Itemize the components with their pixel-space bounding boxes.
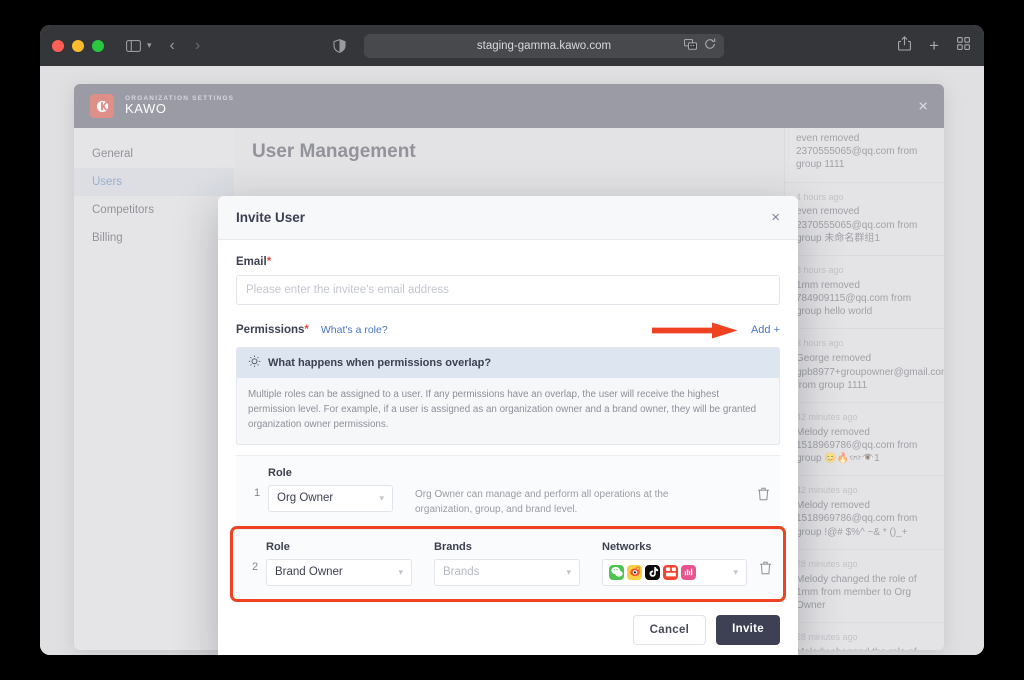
permissions-label: Permissions* xyxy=(236,324,309,336)
annotation-arrow-icon xyxy=(652,322,738,339)
brands-control: Brands Brands ▾ xyxy=(434,541,580,586)
brands-select[interactable]: Brands ▾ xyxy=(434,558,580,586)
role-select[interactable]: Brand Owner ▾ xyxy=(266,558,412,586)
maximize-window-button[interactable] xyxy=(92,39,104,52)
whats-a-role-link[interactable]: What's a role? xyxy=(321,324,388,336)
delete-permission-button[interactable] xyxy=(757,467,770,506)
invite-button[interactable]: Invite xyxy=(716,614,780,645)
address-bar[interactable]: staging-gamma.kawo.com xyxy=(364,33,724,58)
email-label: Email* xyxy=(236,256,780,268)
close-window-button[interactable] xyxy=(52,39,64,52)
delete-permission-button[interactable] xyxy=(759,541,772,580)
translate-icon[interactable] xyxy=(684,38,697,53)
toolbar-actions: + xyxy=(898,35,970,56)
url-text: staging-gamma.kawo.com xyxy=(476,39,612,52)
role-control: Role Org Owner ▾ xyxy=(268,467,393,512)
minimize-window-button[interactable] xyxy=(72,39,84,52)
plus-icon[interactable]: + xyxy=(929,37,939,54)
overlap-title: What happens when permissions overlap? xyxy=(268,357,492,369)
close-icon[interactable]: × xyxy=(771,210,780,225)
overlap-description: Multiple roles can be assigned to a user… xyxy=(237,378,779,444)
privacy-shield-icon[interactable] xyxy=(333,38,346,53)
role-label: Role xyxy=(266,540,290,553)
permission-row: 1 Role Org Owner ▾ Org Owner can manage … xyxy=(236,454,780,530)
email-label-text: Email xyxy=(236,256,267,268)
required-marker: * xyxy=(266,256,272,268)
row-index: 1 xyxy=(253,486,261,499)
role-label: Role xyxy=(268,466,292,479)
address-bar-actions xyxy=(684,34,716,58)
cancel-button[interactable]: Cancel xyxy=(632,614,707,645)
required-marker: * xyxy=(304,324,309,336)
role-select-value: Org Owner xyxy=(277,492,334,505)
sidebar-toggle-icon[interactable] xyxy=(126,39,141,52)
role-select[interactable]: Org Owner ▾ xyxy=(268,484,393,512)
wechat-icon xyxy=(609,564,624,580)
red-xiaohongshu-icon xyxy=(663,564,678,580)
permissions-header: Permissions* What's a role? Add + xyxy=(236,321,780,339)
share-icon[interactable] xyxy=(898,35,912,56)
tab-overview-icon[interactable] xyxy=(957,36,970,55)
nav-forward-icon[interactable]: › xyxy=(195,37,200,55)
permissions-overlap-info: What happens when permissions overlap? M… xyxy=(236,347,780,445)
modal-body: Email* Permissions* What's a role? Add + xyxy=(218,240,798,602)
role-description: Org Owner can manage and perform all ope… xyxy=(415,488,669,515)
email-field[interactable] xyxy=(236,275,780,305)
modal-footer: Cancel Invite xyxy=(218,597,798,655)
chevron-down-icon[interactable]: ▾ xyxy=(147,40,152,51)
role-control: Role Brand Owner ▾ xyxy=(266,541,412,586)
permission-row: 2 Role Brand Owner ▾ Brands Brands ▾ Net… xyxy=(234,529,782,598)
nav-back-icon[interactable]: ‹ xyxy=(170,37,175,55)
chevron-down-icon: ▾ xyxy=(379,492,384,503)
lightbulb-icon xyxy=(248,355,261,371)
networks-label: Networks xyxy=(602,540,652,553)
window-controls[interactable] xyxy=(52,39,104,52)
page-viewport: ORGANIZATION SETTINGS KAWO × General Use… xyxy=(40,66,984,655)
browser-toolbar: ▾ ‹ › staging-gamma.kawo.com + xyxy=(40,25,984,66)
reload-icon[interactable] xyxy=(704,38,716,53)
chevron-down-icon: ▾ xyxy=(398,566,403,577)
chevron-down-icon: ▾ xyxy=(733,566,738,577)
permission-row-highlighted-wrapper: 2 Role Brand Owner ▾ Brands Brands ▾ Net… xyxy=(230,525,786,602)
selected-networks xyxy=(609,564,696,580)
row-index: 2 xyxy=(251,560,259,573)
add-permission-link[interactable]: Add + xyxy=(751,324,780,336)
brands-select-placeholder: Brands xyxy=(443,566,480,579)
brands-label: Brands xyxy=(434,540,472,553)
kuaishou-icon xyxy=(681,564,696,580)
modal-header: Invite User × xyxy=(218,196,798,240)
browser-window: ▾ ‹ › staging-gamma.kawo.com + ORGANIZAT… xyxy=(40,25,984,655)
chevron-down-icon: ▾ xyxy=(566,566,571,577)
douyin-icon xyxy=(645,564,660,580)
weibo-icon xyxy=(627,564,642,580)
modal-title: Invite User xyxy=(236,210,306,225)
overlap-title-row: What happens when permissions overlap? xyxy=(237,348,779,378)
networks-select[interactable]: ▾ xyxy=(602,558,747,586)
permissions-label-text: Permissions xyxy=(236,324,305,336)
invite-user-modal: Invite User × Email* Permissions* What's… xyxy=(218,196,798,655)
networks-control: Networks ▾ xyxy=(602,541,747,586)
role-select-value: Brand Owner xyxy=(275,566,343,579)
